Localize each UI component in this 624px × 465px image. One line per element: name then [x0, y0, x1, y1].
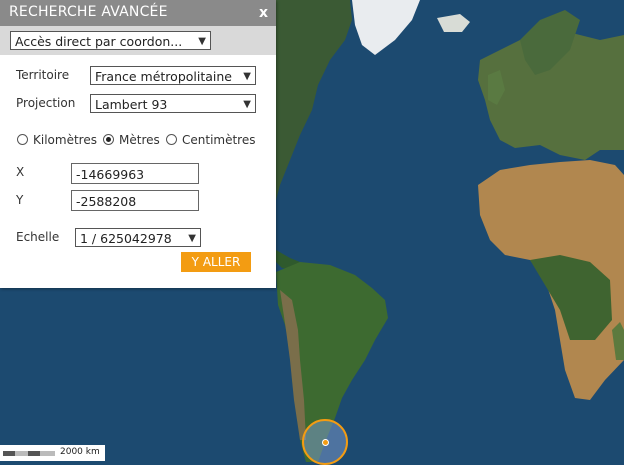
scale-segment-1: [3, 451, 15, 456]
radio-kilometres-label[interactable]: Kilomètres: [33, 133, 97, 147]
radio-metres[interactable]: [103, 134, 114, 145]
radio-metres-label[interactable]: Mètres: [119, 133, 160, 147]
scale-label: 2000 km: [60, 447, 100, 457]
chevron-down-icon: ▼: [243, 71, 251, 82]
territoire-label: Territoire: [16, 68, 70, 82]
projection-label: Projection: [16, 96, 76, 110]
chevron-down-icon: ▼: [243, 99, 251, 110]
radio-centimetres-label[interactable]: Centimètres: [182, 133, 256, 147]
echelle-select[interactable]: 1 / 625042978 ▼: [75, 228, 201, 247]
mode-select[interactable]: Accès direct par coordon... ▼: [10, 31, 211, 50]
territoire-select[interactable]: France métropolitaine ▼: [90, 66, 256, 85]
mode-bar: Accès direct par coordon... ▼: [0, 26, 276, 55]
mode-select-value: Accès direct par coordon...: [15, 34, 183, 49]
echelle-value: 1 / 625042978: [80, 231, 172, 246]
projection-value: Lambert 93: [95, 97, 168, 112]
y-input[interactable]: -2588208: [71, 190, 199, 211]
advanced-search-panel: RECHERCHE AVANCÉE x Accès direct par coo…: [0, 0, 276, 288]
scale-bar: 2000 km: [0, 445, 105, 461]
go-button[interactable]: Y ALLER: [181, 252, 251, 272]
panel-title: RECHERCHE AVANCÉE: [9, 4, 168, 20]
projection-select[interactable]: Lambert 93 ▼: [90, 94, 256, 113]
panel-header: RECHERCHE AVANCÉE x: [0, 0, 276, 26]
scale-segment-2: [15, 451, 28, 456]
chevron-down-icon: ▼: [198, 36, 206, 47]
x-label: X: [16, 165, 25, 179]
echelle-label: Echelle: [16, 230, 60, 244]
scale-segment-4: [40, 451, 55, 456]
scale-segment-3: [28, 451, 40, 456]
chevron-down-icon: ▼: [188, 233, 196, 244]
territoire-value: France métropolitaine: [95, 69, 232, 84]
radio-centimetres[interactable]: [166, 134, 177, 145]
x-input[interactable]: -14669963: [71, 163, 199, 184]
radio-kilometres[interactable]: [17, 134, 28, 145]
close-button[interactable]: x: [259, 5, 268, 21]
location-marker-dot[interactable]: [322, 439, 329, 446]
y-label: Y: [16, 193, 24, 207]
